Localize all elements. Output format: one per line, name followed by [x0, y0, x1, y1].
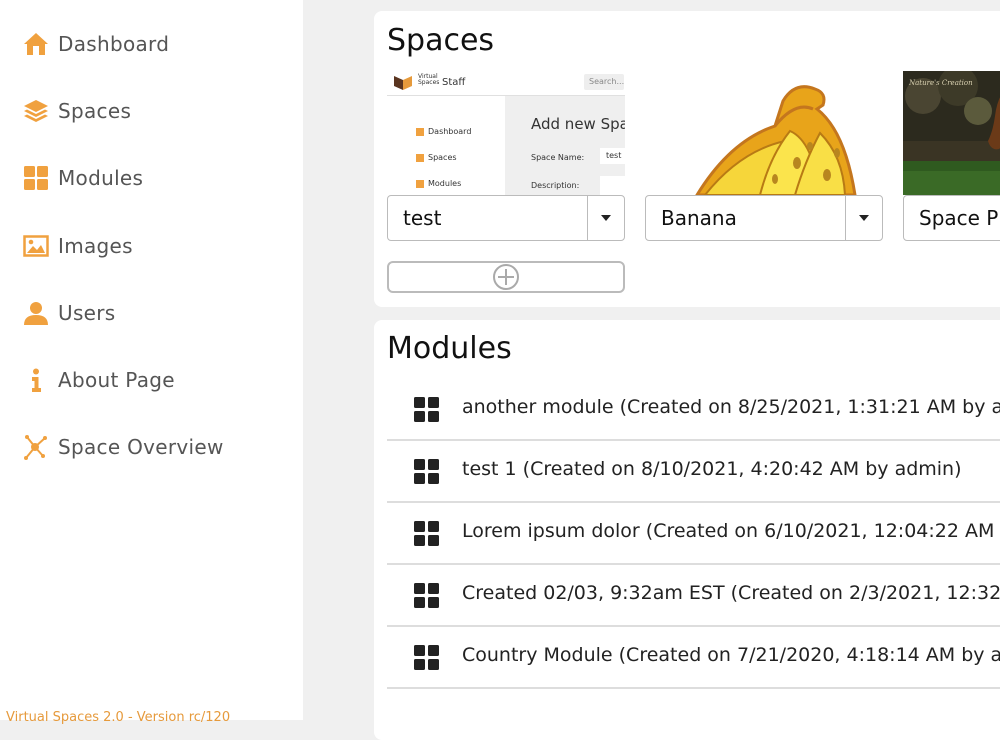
sidebar: Dashboard Spaces Modules Images Users Ab…: [0, 0, 303, 725]
info-icon: [22, 366, 50, 394]
module-label: Lorem ipsum dolor (Created on 6/10/2021,…: [462, 520, 1000, 542]
sidebar-item-images[interactable]: Images: [22, 228, 133, 264]
version-label: Virtual Spaces 2.0 - Version rc/120: [6, 710, 231, 725]
space-thumbnail[interactable]: [645, 71, 883, 195]
grid-icon: [414, 583, 439, 608]
caret-down-icon: [859, 215, 869, 221]
space-tile-space-p[interactable]: Nature's Creation Space P: [903, 71, 1000, 242]
sidebar-item-dashboard[interactable]: Dashboard: [22, 26, 169, 62]
module-row[interactable]: Country Module (Created on 7/21/2020, 4:…: [387, 626, 1000, 689]
space-tile-banana[interactable]: Banana: [645, 71, 883, 242]
thumb-sidebar: Dashboard Spaces Modules: [387, 96, 505, 195]
sidebar-item-about-page[interactable]: About Page: [22, 362, 175, 398]
thumb-desc-label: Description:: [531, 181, 580, 190]
spaces-card: Spaces Virtual Spaces Staff Search... Da: [374, 11, 1000, 307]
sidebar-item-label: About Page: [58, 368, 175, 392]
user-icon: [22, 299, 50, 327]
thumb-grid-icon: [416, 179, 424, 188]
thumb-home-icon: [416, 127, 424, 136]
module-row[interactable]: another module (Created on 8/25/2021, 1:…: [387, 378, 1000, 441]
thumb-nav-item: Dashboard: [428, 127, 472, 136]
space-select[interactable]: Space P: [903, 195, 1000, 241]
sidebar-item-users[interactable]: Users: [22, 295, 116, 331]
module-label: Country Module (Created on 7/21/2020, 4:…: [462, 644, 1000, 666]
home-icon: [22, 30, 50, 58]
space-select[interactable]: Banana: [645, 195, 883, 241]
sidebar-item-label: Users: [58, 301, 116, 325]
module-label: test 1 (Created on 8/10/2021, 4:20:42 AM…: [462, 458, 962, 480]
sidebar-item-label: Dashboard: [58, 32, 170, 56]
layers-icon: [22, 97, 50, 125]
grid-icon: [414, 397, 439, 422]
module-row[interactable]: Lorem ipsum dolor (Created on 6/10/2021,…: [387, 502, 1000, 565]
sidebar-item-modules[interactable]: Modules: [22, 160, 143, 196]
sidebar-item-label: Space Overview: [58, 435, 224, 459]
space-dropdown-button[interactable]: [587, 196, 624, 240]
image-icon: [22, 232, 50, 260]
horse-image: Nature's Creation: [903, 71, 1000, 195]
thumb-main: Add new Spa Space Name: test Description…: [505, 96, 625, 195]
space-select[interactable]: test: [387, 195, 625, 241]
thumbnail-screenshot: Virtual Spaces Staff Search... Dashboard…: [387, 71, 625, 195]
thumb-caption: Nature's Creation: [908, 79, 973, 87]
thumb-field-label: Space Name:: [531, 153, 585, 162]
sidebar-item-space-overview[interactable]: Space Overview: [22, 429, 224, 465]
grid-icon: [414, 645, 439, 670]
thumb-layers-icon: [416, 153, 424, 162]
plus-circle-icon: [493, 264, 519, 290]
space-name: Space P: [919, 206, 999, 230]
space-name: Banana: [661, 206, 737, 230]
sidebar-item-label: Modules: [58, 166, 144, 190]
add-space-button[interactable]: [387, 261, 625, 293]
spaces-title: Spaces: [387, 23, 495, 58]
modules-card: Modules another module (Created on 8/25/…: [374, 320, 1000, 740]
thumb-field-value: test: [600, 148, 625, 164]
space-name: test: [403, 206, 442, 230]
module-label: another module (Created on 8/25/2021, 1:…: [462, 396, 1000, 418]
grid-icon: [414, 459, 439, 484]
thumb-desc-field: [600, 176, 625, 195]
module-row[interactable]: Created 02/03, 9:32am EST (Created on 2/…: [387, 564, 1000, 627]
grid-icon: [414, 521, 439, 546]
space-thumbnail[interactable]: Virtual Spaces Staff Search... Dashboard…: [387, 71, 625, 195]
logo-icon: [394, 76, 412, 90]
module-row[interactable]: test 1 (Created on 8/10/2021, 4:20:42 AM…: [387, 440, 1000, 503]
thumb-search: Search...: [584, 74, 624, 90]
module-label: Created 02/03, 9:32am EST (Created on 2/…: [462, 582, 1000, 604]
sidebar-item-spaces[interactable]: Spaces: [22, 93, 131, 129]
thumb-nav-item: Modules: [428, 179, 462, 188]
grid-icon: [22, 164, 50, 192]
thumb-brand: Virtual Spaces: [418, 73, 440, 86]
network-icon: [22, 433, 50, 461]
modules-title: Modules: [387, 331, 512, 366]
sidebar-item-label: Spaces: [58, 99, 132, 123]
thumb-heading: Add new Spa: [531, 115, 625, 133]
thumb-header: Virtual Spaces Staff Search...: [387, 71, 625, 96]
banana-image: [695, 85, 857, 195]
space-thumbnail[interactable]: Nature's Creation: [903, 71, 1000, 195]
caret-down-icon: [601, 215, 611, 221]
space-tile-test[interactable]: Virtual Spaces Staff Search... Dashboard…: [387, 71, 625, 242]
space-dropdown-button[interactable]: [845, 196, 882, 240]
sidebar-item-label: Images: [58, 234, 133, 258]
thumb-nav-item: Spaces: [428, 153, 457, 162]
thumb-staff: Staff: [442, 77, 466, 88]
